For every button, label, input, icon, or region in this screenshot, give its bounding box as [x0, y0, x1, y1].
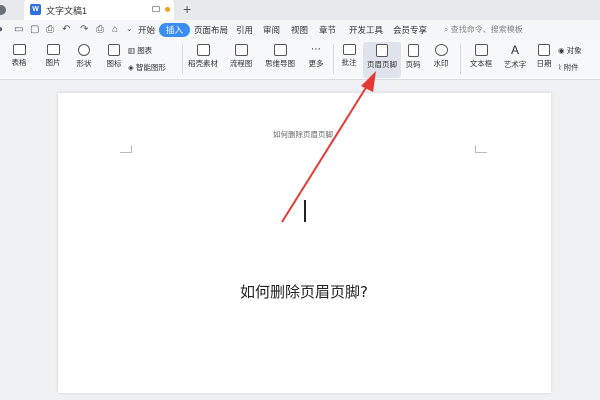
page-number-label: 页码 — [405, 60, 421, 69]
chart-label: 图表 — [137, 46, 153, 55]
tab-developer-tools[interactable]: 开发工具 — [349, 24, 383, 36]
table-icon — [12, 44, 26, 55]
wordart-button[interactable]: A 艺术字 — [500, 44, 530, 70]
wordart-label: 艺术字 — [503, 60, 527, 69]
icons-label: 图标 — [106, 59, 122, 68]
comment-button[interactable]: 批注 — [337, 44, 361, 68]
picture-icon — [46, 44, 60, 55]
unsaved-indicator-icon — [165, 7, 170, 12]
object-icon: ◉ — [558, 46, 565, 55]
stock-material-button[interactable]: 稻壳素材 — [186, 44, 220, 69]
tab-chapter[interactable]: 章节 — [319, 24, 336, 36]
document-heading[interactable]: 如何删除页眉页脚? — [240, 281, 368, 302]
export-icon[interactable]: ⎙ — [46, 24, 54, 35]
ribbon-separator — [333, 44, 334, 74]
save-icon[interactable]: ▭ — [14, 24, 23, 35]
margin-corner-mark — [120, 145, 132, 153]
print-icon[interactable]: ⎙ — [96, 24, 104, 35]
tab-references[interactable]: 引用 — [236, 24, 253, 36]
watermark-button[interactable]: 水印 — [428, 44, 454, 69]
watermark-label: 水印 — [433, 59, 449, 68]
tab-home[interactable]: 开始 — [138, 24, 155, 36]
picture-button[interactable]: 图片 — [40, 44, 66, 68]
shape-icon — [78, 44, 90, 56]
more-button[interactable]: ⋯ 更多 — [303, 44, 329, 69]
ribbon-separator — [460, 44, 461, 74]
calendar-icon — [538, 44, 550, 56]
stock-material-icon — [196, 44, 210, 56]
textbox-icon — [474, 44, 488, 56]
date-button[interactable]: 日期 — [534, 44, 554, 69]
search-placeholder: 查找命令、搜索模板 — [450, 25, 523, 34]
stock-material-label: 稻壳素材 — [188, 59, 218, 68]
tab-page-layout[interactable]: 页面布局 — [194, 24, 228, 36]
mindmap-button[interactable]: 思维导图 — [262, 44, 298, 69]
date-label: 日期 — [536, 59, 552, 68]
object-button[interactable]: ◉ 对象 — [558, 45, 582, 56]
mindmap-icon — [273, 44, 287, 56]
search-box[interactable]: ⌕ 查找命令、搜索模板 — [444, 24, 523, 35]
comment-icon — [342, 44, 356, 55]
icons-button[interactable]: 图标 — [100, 44, 128, 69]
chart-icon: ▥ — [128, 46, 136, 55]
watermark-icon — [434, 44, 448, 56]
mindmap-label: 思维导图 — [265, 59, 295, 68]
writer-doc-icon: W — [30, 4, 41, 15]
flowchart-label: 流程图 — [229, 59, 253, 68]
header-footer-button[interactable]: 页眉页脚 — [364, 44, 400, 70]
document-tab[interactable]: W 文字文稿1 — [24, 0, 174, 20]
wordart-icon: A — [510, 43, 519, 57]
header-footer-label: 页眉页脚 — [367, 60, 397, 69]
quick-access-chevron-icon[interactable]: ⌄ — [126, 24, 133, 33]
search-icon: ⌕ — [444, 25, 449, 34]
redo-icon[interactable]: ↷ — [80, 24, 88, 35]
print-preview-icon[interactable]: ▢ — [30, 24, 39, 35]
app-menu-icon[interactable] — [0, 5, 6, 15]
textbox-label: 文本框 — [469, 59, 493, 68]
chart-button[interactable]: ▥ 图表 — [128, 45, 152, 56]
more-dots-icon: ⋯ — [311, 44, 321, 55]
title-bar: W 文字文稿1 + — [0, 0, 600, 20]
display-icon[interactable] — [152, 6, 160, 12]
table-label: 表格 — [11, 58, 27, 67]
shape-button[interactable]: 形状 — [70, 44, 98, 69]
flowchart-button[interactable]: 流程图 — [226, 44, 256, 69]
shape-label: 形状 — [76, 59, 92, 68]
smart-art-button[interactable]: ◈ 智能图形 — [128, 62, 166, 73]
text-cursor — [304, 200, 306, 222]
page-number-icon — [407, 44, 419, 57]
margin-corner-mark — [475, 145, 487, 153]
comment-label: 批注 — [341, 58, 357, 67]
document-tab-title: 文字文稿1 — [46, 6, 88, 16]
attachment-button[interactable]: ⌇ 附件 — [558, 62, 579, 73]
flowchart-icon — [234, 44, 248, 56]
new-tab-button[interactable]: + — [183, 1, 191, 17]
header-footer-icon — [376, 44, 388, 57]
undo-icon[interactable]: ↶ — [62, 24, 70, 35]
icon-library-icon — [108, 44, 120, 56]
tab-view[interactable]: 视图 — [291, 24, 308, 36]
smart-art-icon: ◈ — [128, 63, 134, 72]
page-header-text[interactable]: 如何删除页眉页脚 — [273, 129, 333, 140]
tab-member[interactable]: 会员专享 — [393, 24, 427, 36]
object-label: 对象 — [566, 46, 582, 55]
ribbon-separator — [182, 44, 183, 74]
paperclip-icon: ⌇ — [558, 63, 562, 72]
table-button[interactable]: 表格 — [6, 44, 32, 68]
format-painter-icon[interactable]: ⌂ — [112, 24, 118, 35]
smart-art-label: 智能图形 — [135, 63, 166, 72]
picture-label: 图片 — [45, 58, 61, 67]
sidebar-toggle-icon[interactable]: ● — [0, 24, 3, 35]
tab-insert[interactable]: 插入 — [159, 23, 191, 37]
textbox-button[interactable]: 文本框 — [466, 44, 496, 69]
menu-bar: ● ▭ ▢ ⎙ ↶ ↷ ⎙ ⌂ ⌄ 开始 插入 页面布局 引用 审阅 视图 章节… — [0, 20, 600, 40]
tab-review[interactable]: 审阅 — [263, 24, 280, 36]
more-label: 更多 — [308, 59, 324, 68]
page-number-button[interactable]: 页码 — [402, 44, 424, 70]
attachment-label: 附件 — [563, 63, 579, 72]
